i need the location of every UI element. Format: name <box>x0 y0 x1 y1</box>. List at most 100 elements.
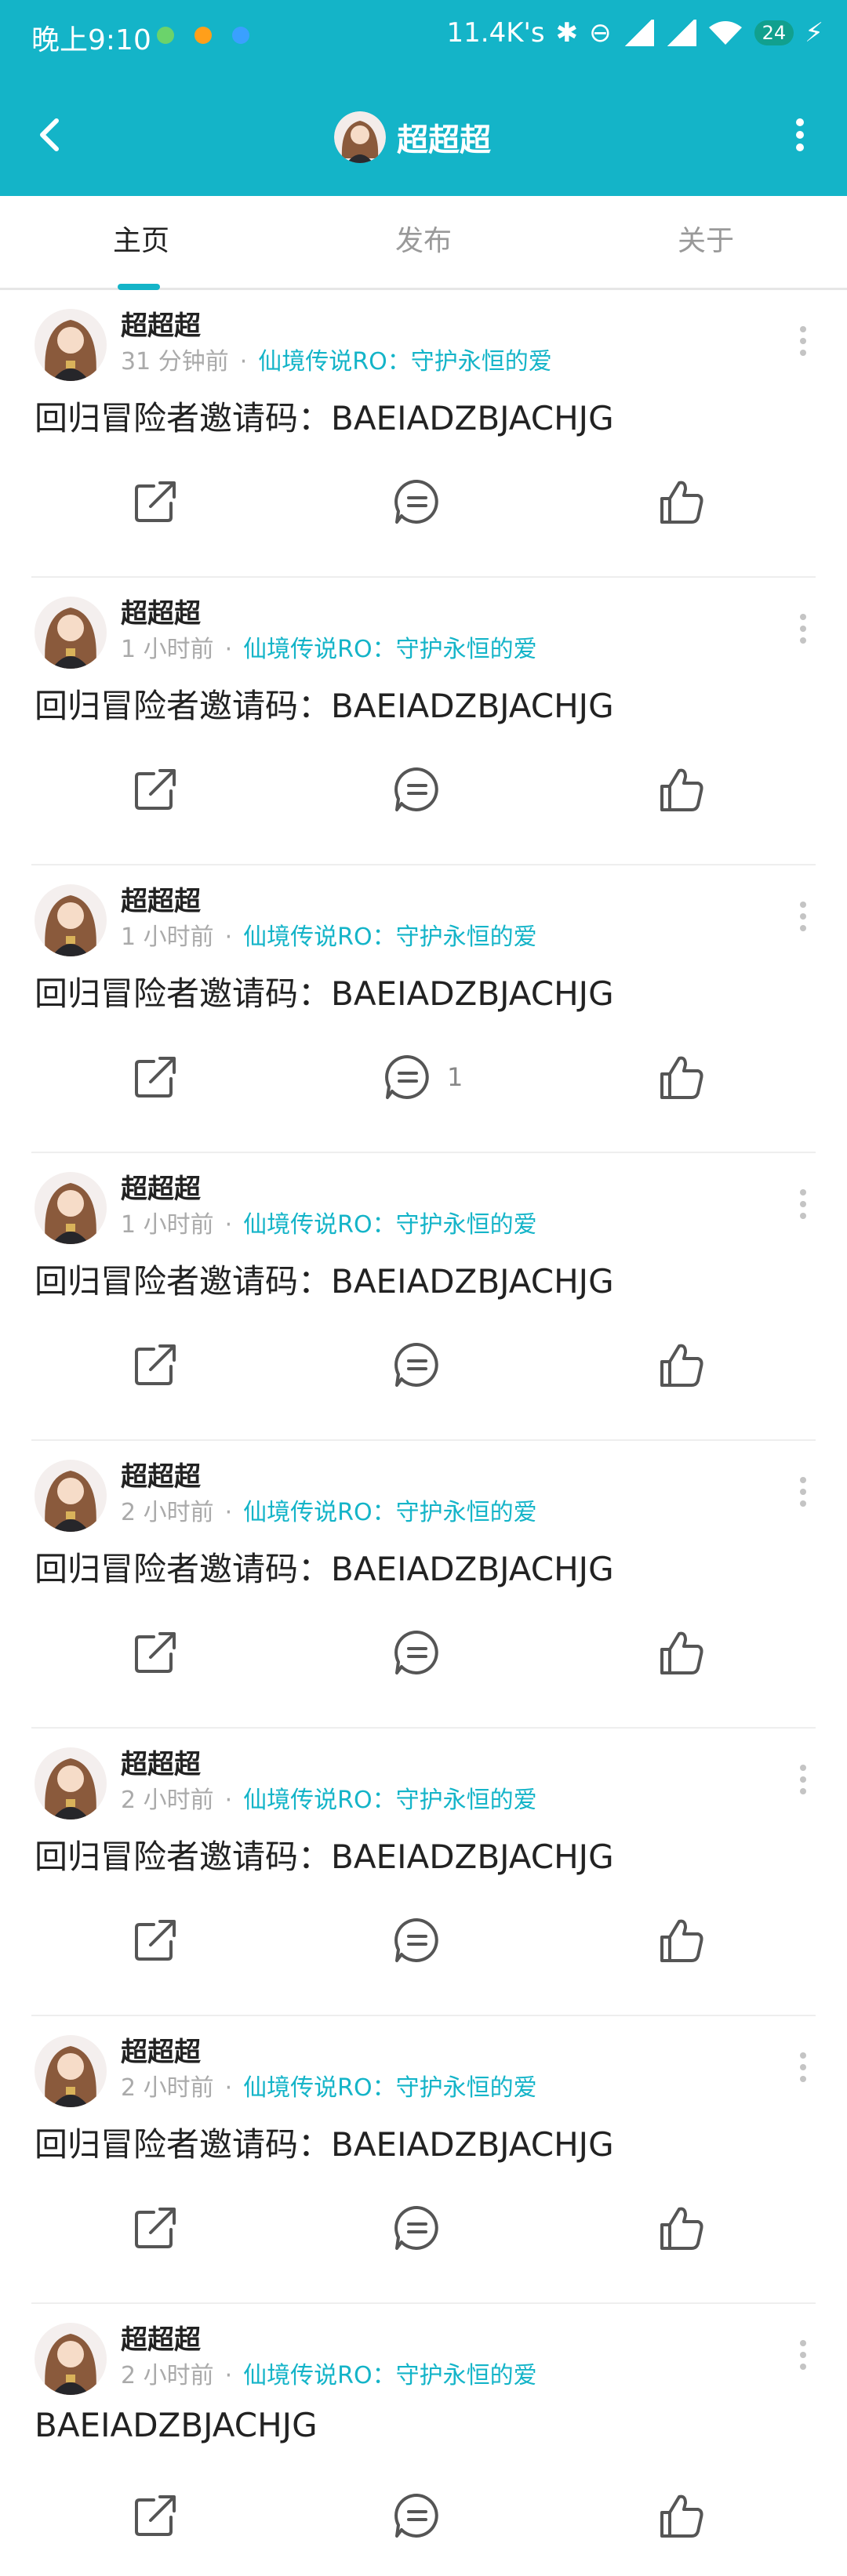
nav-title: 超超超 <box>334 111 491 163</box>
like-button[interactable] <box>653 1620 709 1685</box>
tab-posts[interactable]: 发布 <box>282 196 565 288</box>
post-author[interactable]: 超超超 <box>121 880 201 918</box>
comment-button[interactable] <box>389 1332 456 1398</box>
status-bar: 晚上9:10 11.4K's ✱ ⊖ 24 ⚡ <box>0 0 847 75</box>
share-button[interactable] <box>127 1044 184 1110</box>
post-time: 2 小时前 <box>121 2074 214 2102</box>
avatar[interactable] <box>35 1172 107 1244</box>
post-author[interactable]: 超超超 <box>121 2030 201 2069</box>
avatar[interactable] <box>334 111 386 163</box>
post-card: 超超超 2 小时前 · 仙境传说RO：守护永恒的爱 BAEIADZBJACHJG <box>0 2304 847 2576</box>
post-actions <box>0 2483 847 2549</box>
meta-separator: · <box>224 2074 233 2102</box>
post-game-link[interactable]: 仙境传说RO：守护永恒的爱 <box>243 1787 536 1814</box>
tab-home[interactable]: 主页 <box>0 196 282 288</box>
comment-button[interactable] <box>389 1620 456 1685</box>
more-options-icon[interactable] <box>776 111 823 158</box>
avatar[interactable] <box>35 309 107 381</box>
post-meta: 2 小时前 · 仙境传说RO：守护永恒的爱 <box>121 1493 537 1527</box>
post-author[interactable]: 超超超 <box>121 592 201 630</box>
like-button[interactable] <box>653 2195 709 2261</box>
post-content[interactable]: 回归冒险者邀请码：BAEIADZBJACHJG <box>35 1543 614 1591</box>
comment-button[interactable] <box>389 756 456 822</box>
avatar[interactable] <box>35 2035 107 2107</box>
share-button[interactable] <box>127 2483 184 2549</box>
share-button[interactable] <box>127 469 184 535</box>
share-icon <box>135 1057 176 1098</box>
post-content[interactable]: 回归冒险者邀请码：BAEIADZBJACHJG <box>35 2118 614 2166</box>
post-options-icon[interactable] <box>787 897 819 936</box>
avatar[interactable] <box>35 2323 107 2395</box>
like-button[interactable] <box>653 469 709 535</box>
post-content[interactable]: 回归冒险者邀请码：BAEIADZBJACHJG <box>35 680 614 727</box>
like-button[interactable] <box>653 1044 709 1110</box>
post-options-icon[interactable] <box>787 609 819 648</box>
back-icon[interactable] <box>28 111 75 158</box>
like-button[interactable] <box>653 756 709 822</box>
page-title: 超超超 <box>397 122 491 158</box>
post-time: 1 小时前 <box>121 636 214 663</box>
post-options-icon[interactable] <box>787 1472 819 1511</box>
post-options-icon[interactable] <box>787 1185 819 1224</box>
post-card: 超超超 2 小时前 · 仙境传说RO：守护永恒的爱 回归冒险者邀请码：BAEIADZ… <box>0 1441 847 1729</box>
share-button[interactable] <box>127 1332 184 1398</box>
post-time: 1 小时前 <box>121 923 214 951</box>
avatar[interactable] <box>35 597 107 669</box>
share-button[interactable] <box>127 1907 184 1973</box>
comment-button[interactable]: 1 <box>380 1044 463 1110</box>
post-content[interactable]: 回归冒险者邀请码：BAEIADZBJACHJG <box>35 1255 614 1303</box>
thumbs-up-icon <box>660 2207 703 2250</box>
post-content[interactable]: BAEIADZBJACHJG <box>35 2406 318 2444</box>
post-game-link[interactable]: 仙境传说RO：守护永恒的爱 <box>243 2362 536 2389</box>
thumbs-up-icon <box>660 1344 703 1387</box>
comment-count: 1 <box>447 1062 463 1092</box>
post-game-link[interactable]: 仙境传说RO：守护永恒的爱 <box>243 1211 536 1239</box>
post-author[interactable]: 超超超 <box>121 1743 201 1781</box>
share-button[interactable] <box>127 2195 184 2261</box>
post-content[interactable]: 回归冒险者邀请码：BAEIADZBJACHJG <box>35 1830 614 1878</box>
post-author[interactable]: 超超超 <box>121 1455 201 1493</box>
post-game-link[interactable]: 仙境传说RO：守护永恒的爱 <box>243 923 536 951</box>
post-game-link[interactable]: 仙境传说RO：守护永恒的爱 <box>243 2074 536 2102</box>
status-right: 11.4K's ✱ ⊖ 24 ⚡ <box>447 17 823 49</box>
tab-bar: 主页 发布 关于 <box>0 196 847 290</box>
post-options-icon[interactable] <box>787 2048 819 2087</box>
post-content[interactable]: 回归冒险者邀请码：BAEIADZBJACHJG <box>35 967 614 1015</box>
comment-button[interactable] <box>389 469 456 535</box>
post-game-link[interactable]: 仙境传说RO：守护永恒的爱 <box>258 348 551 376</box>
comment-icon <box>394 479 438 524</box>
comment-icon <box>394 1630 438 1674</box>
post-actions <box>0 1620 847 1685</box>
wifi-icon <box>708 21 742 45</box>
avatar[interactable] <box>35 1747 107 1820</box>
post-time: 2 小时前 <box>121 2362 214 2389</box>
post-options-icon[interactable] <box>787 1760 819 1799</box>
post-content[interactable]: 回归冒险者邀请码：BAEIADZBJACHJG <box>35 392 614 440</box>
share-button[interactable] <box>127 1620 184 1685</box>
post-meta: 2 小时前 · 仙境传说RO：守护永恒的爱 <box>121 1780 537 1815</box>
post-time: 2 小时前 <box>121 1499 214 1526</box>
post-author[interactable]: 超超超 <box>121 1167 201 1206</box>
comment-button[interactable] <box>389 1907 456 1973</box>
avatar[interactable] <box>35 1460 107 1532</box>
comment-button[interactable] <box>389 2195 456 2261</box>
comment-icon <box>394 2493 438 2538</box>
comment-button[interactable] <box>389 2483 456 2549</box>
post-author[interactable]: 超超超 <box>121 304 201 343</box>
tab-about[interactable]: 关于 <box>565 196 847 288</box>
share-button[interactable] <box>127 756 184 822</box>
like-button[interactable] <box>653 1332 709 1398</box>
post-card: 超超超 2 小时前 · 仙境传说RO：守护永恒的爱 回归冒险者邀请码：BAEIADZ… <box>0 1729 847 2016</box>
post-game-link[interactable]: 仙境传说RO：守护永恒的爱 <box>243 636 536 663</box>
avatar[interactable] <box>35 884 107 956</box>
post-game-link[interactable]: 仙境传说RO：守护永恒的爱 <box>243 1499 536 1526</box>
post-time: 2 小时前 <box>121 1787 214 1814</box>
thumbs-up-icon <box>660 481 703 524</box>
like-button[interactable] <box>653 1907 709 1973</box>
post-options-icon[interactable] <box>787 321 819 361</box>
bluetooth-icon: ✱ <box>555 17 579 49</box>
post-actions <box>0 2195 847 2261</box>
post-author[interactable]: 超超超 <box>121 2318 201 2356</box>
post-options-icon[interactable] <box>787 2335 819 2375</box>
like-button[interactable] <box>653 2483 709 2549</box>
